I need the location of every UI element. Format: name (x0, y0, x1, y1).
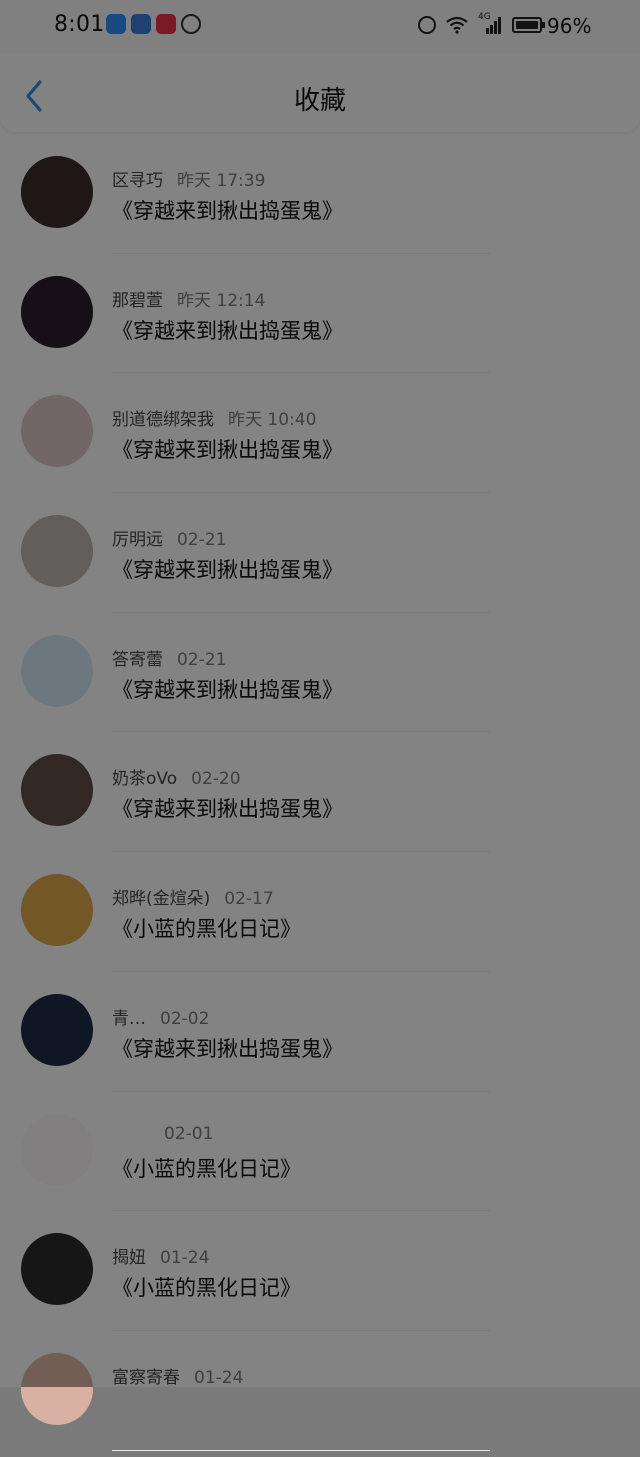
story-title: 《穿越来到揪出捣蛋鬼》 (112, 797, 343, 822)
item-meta: 青… 02-02 (112, 1004, 209, 1029)
clock-app-icon (181, 14, 201, 34)
item-meta: 别道德绑架我 昨天 10:40 (112, 405, 316, 430)
list-item[interactable]: 奶茶oVo 02-20 《穿越来到揪出捣蛋鬼》 (0, 738, 640, 858)
item-meta: 郑晔(金煊朵) 02-17 (112, 884, 274, 909)
alarm-icon (418, 16, 436, 34)
user-name: 奶茶oVo (112, 769, 178, 790)
timestamp: 01-24 (160, 1248, 210, 1269)
user-name: 富察寄春 (112, 1367, 180, 1388)
status-time: 8:01 (54, 12, 105, 37)
weather-app-icon (106, 14, 126, 34)
story-title: 《穿越来到揪出捣蛋鬼》 (112, 558, 343, 583)
user-name: 别道德绑架我 (112, 410, 214, 431)
user-name: 区寻巧 (112, 171, 163, 191)
timestamp: 02-21 (177, 530, 227, 551)
story-title: 《小蓝的黑化日记》 (112, 1276, 301, 1301)
avatar[interactable] (21, 874, 93, 947)
avatar[interactable] (21, 1233, 93, 1306)
item-meta: 富察寄春 01-24 (112, 1363, 243, 1388)
list-item[interactable]: 青… 02-02 《穿越来到揪出捣蛋鬼》 (0, 978, 640, 1098)
timestamp: 02-20 (191, 769, 241, 790)
user-name: 揭妞 (112, 1248, 146, 1269)
story-title: 《穿越来到揪出捣蛋鬼》 (112, 438, 343, 463)
page-title: 收藏 (293, 86, 346, 116)
story-title: 《穿越来到揪出捣蛋鬼》 (112, 318, 343, 343)
story-title: 《小蓝的黑化日记》 (112, 917, 301, 942)
item-meta: 奶茶oVo 02-20 (112, 764, 241, 789)
list-item[interactable]: 郑晔(金煊朵) 02-17 《小蓝的黑化日记》 (0, 858, 640, 978)
wifi-icon (446, 16, 468, 34)
story-title: 《穿越来到揪出捣蛋鬼》 (112, 1036, 343, 1061)
item-meta: 那碧萱 昨天 12:14 (112, 286, 265, 311)
user-name: 厉明远 (112, 530, 163, 551)
list-item[interactable]: 那碧萱 昨天 12:14 《穿越来到揪出捣蛋鬼》 (0, 260, 640, 380)
bulb-app-icon (131, 14, 151, 34)
avatar[interactable] (21, 1352, 93, 1425)
avatar[interactable] (21, 275, 93, 348)
story-title: 《穿越来到揪出捣蛋鬼》 (112, 199, 343, 223)
user-name: 青… (112, 1008, 146, 1029)
signal-icon: 4G (478, 12, 502, 34)
avatar[interactable] (21, 395, 93, 468)
status-app-icons (106, 14, 201, 34)
item-meta: 答寄蕾 02-21 (112, 645, 226, 670)
user-name: 答寄蕾 (112, 649, 163, 670)
header: 收藏 (0, 54, 640, 132)
battery-percent: 96% (547, 14, 592, 38)
avatar[interactable] (21, 634, 93, 707)
item-meta: 揭妞 01-24 (112, 1243, 209, 1268)
list-item[interactable]: 02-01 《小蓝的黑化日记》 (0, 1098, 640, 1218)
list-item[interactable]: 富察寄春 01-24 (0, 1337, 640, 1457)
list-item[interactable]: 区寻巧 昨天 17:39 《穿越来到揪出捣蛋鬼》 (0, 140, 640, 260)
timestamp: 昨天 17:39 (177, 171, 266, 191)
timestamp: 昨天 10:40 (228, 410, 317, 431)
timestamp: 02-02 (160, 1008, 210, 1029)
user-name: 郑晔(金煊朵) (112, 889, 211, 910)
item-meta: 02-01 (112, 1124, 213, 1144)
avatar[interactable] (21, 1113, 93, 1186)
timestamp: 02-17 (224, 889, 274, 910)
list-item[interactable]: 别道德绑架我 昨天 10:40 《穿越来到揪出捣蛋鬼》 (0, 379, 640, 499)
story-title: 《穿越来到揪出捣蛋鬼》 (112, 677, 343, 702)
timestamp: 02-21 (177, 649, 227, 670)
page: 8:01 4G 96% 收藏 区寻巧 昨天 17:39 《穿越来到揪出捣蛋鬼》 … (0, 0, 640, 1451)
battery-icon (512, 17, 545, 33)
avatar[interactable] (21, 993, 93, 1066)
avatar[interactable] (21, 156, 93, 228)
avatar[interactable] (21, 515, 93, 588)
user-name: 那碧萱 (112, 290, 163, 311)
status-bar: 8:01 4G 96% (0, 0, 640, 54)
timestamp: 02-01 (164, 1123, 214, 1144)
avatar[interactable] (21, 754, 93, 827)
timestamp: 01-24 (194, 1367, 244, 1388)
timestamp: 昨天 12:14 (177, 290, 266, 311)
item-meta: 区寻巧 昨天 17:39 (112, 166, 265, 191)
video-app-icon (156, 14, 176, 34)
item-meta: 厉明远 02-21 (112, 525, 226, 550)
story-title: 《小蓝的黑化日记》 (112, 1156, 301, 1181)
list-item[interactable]: 揭妞 01-24 《小蓝的黑化日记》 (0, 1217, 640, 1337)
list-item[interactable]: 答寄蕾 02-21 《穿越来到揪出捣蛋鬼》 (0, 619, 640, 739)
favorites-list: 区寻巧 昨天 17:39 《穿越来到揪出捣蛋鬼》 那碧萱 昨天 12:14 《穿越来到揪出… (0, 140, 640, 1457)
list-item[interactable]: 厉明远 02-21 《穿越来到揪出捣蛋鬼》 (0, 499, 640, 619)
